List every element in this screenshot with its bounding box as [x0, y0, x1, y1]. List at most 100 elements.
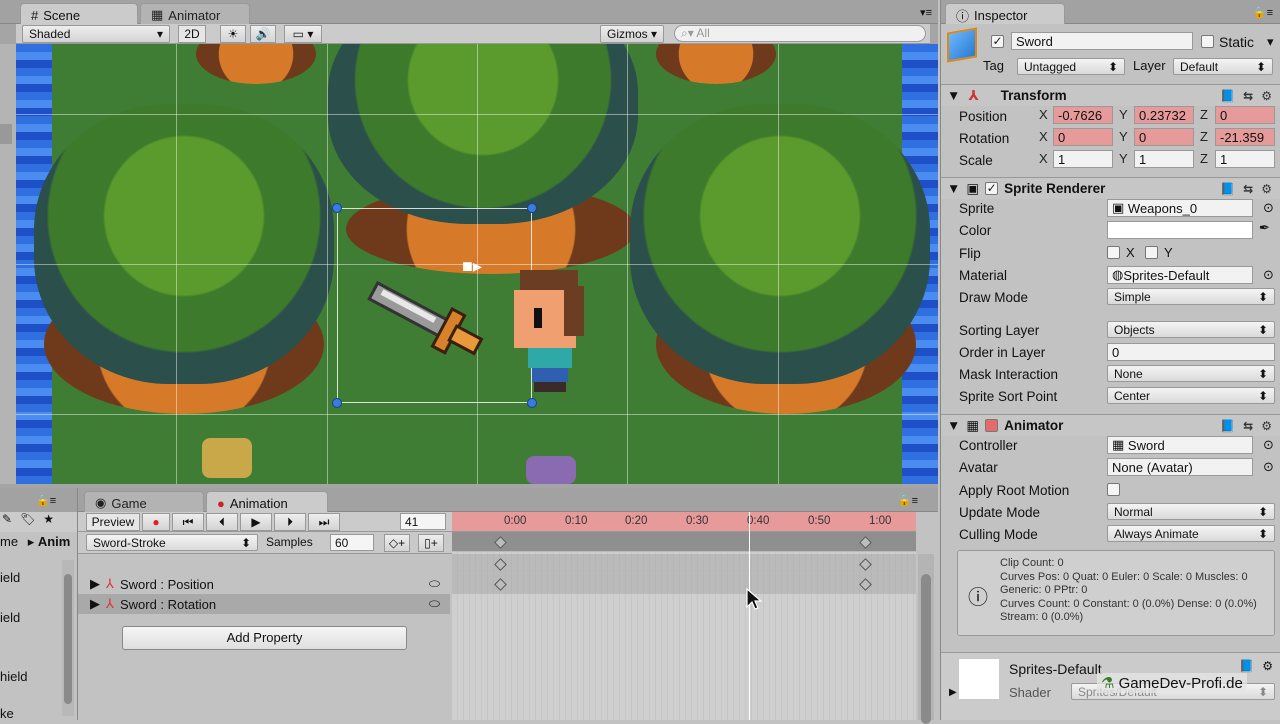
hierarchy-tool-icon[interactable]: ✎	[2, 512, 12, 532]
record-button-icon[interactable]: ●	[142, 513, 170, 531]
settings-icon[interactable]: ⚙	[1262, 659, 1273, 673]
hierarchy-item[interactable]: hield	[0, 669, 27, 684]
sprite-sort-point-dropdown[interactable]: Center ⬍	[1107, 387, 1275, 404]
settings-icon[interactable]: ⚙	[1261, 89, 1272, 103]
order-in-layer-field[interactable]: 0	[1107, 343, 1275, 361]
scale-x[interactable]: 1	[1053, 150, 1113, 168]
add-event-icon[interactable]: ▯+	[418, 534, 444, 552]
lighting-toggle-icon[interactable]: ☀	[220, 25, 246, 43]
update-mode-dropdown[interactable]: Normal ⬍	[1107, 503, 1275, 520]
tab-animation[interactable]: ● Animation	[206, 491, 328, 512]
hierarchy-crumb-2[interactable]: Anim	[38, 534, 71, 549]
shading-dropdown[interactable]: Shaded ▾	[22, 25, 170, 43]
foldout-arrow-icon[interactable]: ▼	[947, 181, 960, 196]
help-icon[interactable]: 📘	[1220, 182, 1235, 196]
audio-toggle-icon[interactable]: 🔊	[250, 25, 276, 43]
layer-dropdown[interactable]: Default ⬍	[1173, 58, 1273, 75]
controller-field[interactable]: ▦ Sword	[1107, 436, 1253, 454]
rect-handle-bl[interactable]	[332, 398, 342, 408]
apply-root-motion-checkbox[interactable]	[1107, 483, 1120, 496]
samples-field[interactable]: 60	[330, 534, 374, 551]
avatar-field[interactable]: None (Avatar)	[1107, 458, 1253, 476]
property-options-icon[interactable]: ⬭	[429, 576, 440, 592]
hierarchy-item[interactable]: ke	[0, 706, 14, 720]
expand-arrow-icon[interactable]: ▶	[90, 596, 100, 612]
object-picker-icon[interactable]: ⊙	[1263, 267, 1274, 283]
position-z[interactable]: 0	[1215, 106, 1275, 124]
preview-toggle[interactable]: Preview	[86, 513, 140, 531]
transform-header[interactable]: ▼ ⅄ Transform 📘 ⇆ ⚙	[941, 84, 1280, 106]
property-options-icon[interactable]: ⬭	[429, 596, 440, 612]
preset-icon[interactable]: ⇆	[1243, 89, 1253, 103]
sprite-renderer-enabled-checkbox[interactable]	[985, 182, 999, 195]
tag-dropdown[interactable]: Untagged ⬍	[1017, 58, 1125, 75]
hierarchy-item[interactable]: ield	[0, 570, 20, 585]
scale-y[interactable]: 1	[1134, 150, 1194, 168]
property-row-position[interactable]: ▶ ⅄ Sword : Position ⬭	[78, 574, 450, 594]
clip-dropdown[interactable]: Sword-Stroke ⬍	[86, 534, 258, 551]
sword-sprite[interactable]	[356, 280, 506, 380]
sprite-renderer-header[interactable]: ▼ ▣ Sprite Renderer 📘⇆⚙	[941, 177, 1280, 199]
rotation-x[interactable]: 0	[1053, 128, 1113, 146]
settings-icon[interactable]: ⚙	[1261, 419, 1272, 433]
hierarchy-crumb-1[interactable]: me	[0, 534, 18, 549]
help-icon[interactable]: 📘	[1220, 89, 1235, 103]
gizmos-dropdown[interactable]: Gizmos ▾	[600, 25, 664, 43]
tag-icon[interactable]: 🏷	[20, 512, 35, 532]
panel-menu-icon[interactable]: ▾≡	[920, 6, 932, 19]
animator-enabled-checkbox[interactable]	[985, 419, 999, 432]
lock-icon[interactable]: 🔒≡	[36, 494, 56, 507]
flip-y-checkbox[interactable]	[1145, 246, 1158, 259]
help-icon[interactable]: 📘	[1239, 659, 1254, 673]
add-keyframe-icon[interactable]: ◇+	[384, 534, 410, 552]
animator-header[interactable]: ▼ ▦ Animator 📘 ⇆ ⚙	[941, 414, 1280, 436]
object-picker-icon[interactable]: ⊙	[1263, 459, 1274, 475]
mask-interaction-dropdown[interactable]: None ⬍	[1107, 365, 1275, 382]
hierarchy-scrollbar[interactable]	[62, 560, 74, 716]
2d-toggle[interactable]: 2D	[178, 25, 206, 43]
next-keyframe-icon[interactable]: ⏵	[274, 513, 306, 531]
rect-handle-tr[interactable]	[527, 203, 537, 213]
preset-icon[interactable]: ⇆	[1243, 182, 1253, 196]
tab-game[interactable]: ◉ Game	[84, 491, 204, 512]
culling-mode-dropdown[interactable]: Always Animate ⬍	[1107, 525, 1275, 542]
tab-animator[interactable]: ▦ Animator	[140, 3, 250, 24]
star-icon[interactable]: ★	[43, 512, 54, 532]
eyedropper-icon[interactable]: ✒	[1259, 220, 1270, 236]
scale-z[interactable]: 1	[1215, 150, 1275, 168]
rotation-z[interactable]: -21.359	[1215, 128, 1275, 146]
effects-dropdown-icon[interactable]: ▭ ▾	[284, 25, 322, 43]
foldout-arrow-icon[interactable]: ▼	[947, 88, 960, 103]
object-name-input[interactable]: Sword	[1011, 32, 1193, 50]
rect-handle-tl[interactable]	[332, 203, 342, 213]
playhead[interactable]	[749, 512, 750, 720]
flip-x-checkbox[interactable]	[1107, 246, 1120, 259]
camera-gizmo-icon[interactable]: ■▸	[462, 256, 482, 277]
timeline-ruler[interactable]: 0:00 0:10 0:20 0:30 0:40 0:50 1:00	[452, 512, 916, 532]
anim-panel-menu-icon[interactable]: 🔒≡	[898, 494, 918, 507]
first-keyframe-icon[interactable]: ⏮	[172, 513, 204, 531]
last-keyframe-icon[interactable]: ⏭	[308, 513, 340, 531]
rotation-y[interactable]: 0	[1134, 128, 1194, 146]
object-picker-icon[interactable]: ⊙	[1263, 200, 1274, 216]
play-icon[interactable]: ▶	[240, 513, 272, 531]
position-x[interactable]: -0.7626	[1053, 106, 1113, 124]
tab-inspector[interactable]: ⓘ Inspector	[945, 3, 1065, 24]
material-field[interactable]: ◍ Sprites-Default	[1107, 266, 1253, 284]
prev-keyframe-icon[interactable]: ⏴	[206, 513, 238, 531]
color-field[interactable]	[1107, 221, 1253, 239]
help-icon[interactable]: 📘	[1220, 419, 1235, 433]
dopesheet[interactable]	[452, 532, 916, 720]
expand-arrow-icon[interactable]: ▶	[949, 687, 957, 698]
object-picker-icon[interactable]: ⊙	[1263, 437, 1274, 453]
tab-scene[interactable]: # Scene	[20, 3, 138, 24]
timeline-scrollbar[interactable]	[918, 554, 934, 724]
active-checkbox[interactable]	[991, 35, 1004, 48]
settings-icon[interactable]: ⚙	[1261, 182, 1272, 196]
foldout-arrow-icon[interactable]: ▼	[947, 418, 960, 433]
expand-arrow-icon[interactable]: ▶	[90, 576, 100, 592]
sprite-field[interactable]: ▣ Weapons_0	[1107, 199, 1253, 217]
preset-icon[interactable]: ⇆	[1243, 419, 1253, 433]
scene-viewport[interactable]: ■▸	[16, 44, 938, 484]
property-row-rotation[interactable]: ▶ ⅄ Sword : Rotation ⬭	[78, 594, 450, 614]
